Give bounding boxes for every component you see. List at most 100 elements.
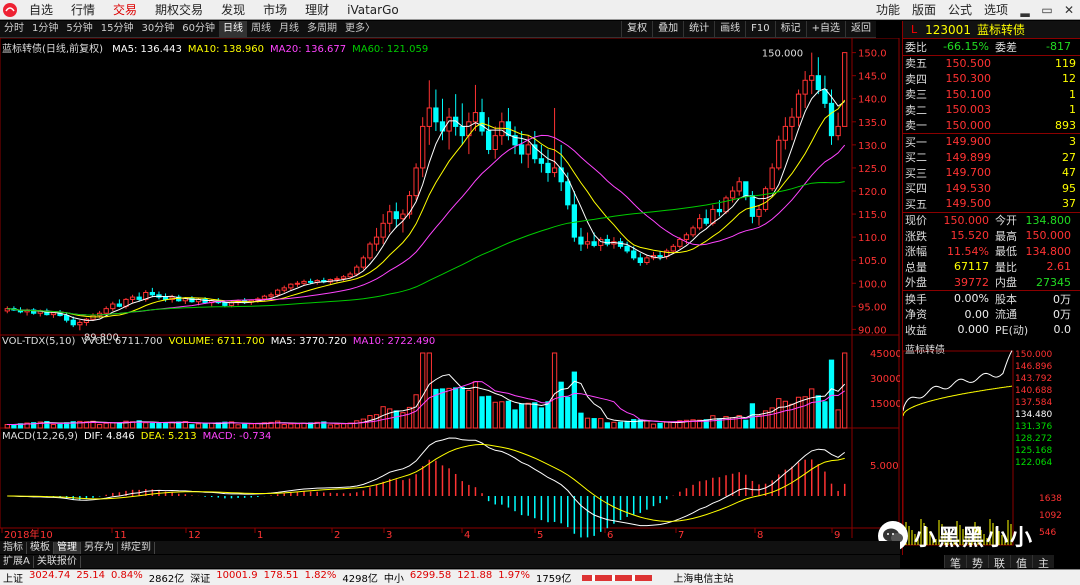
indicator-tab-3[interactable]: 另存为 <box>81 541 118 554</box>
mini-y-tick: 122.064 <box>1015 458 1052 468</box>
volume-bar <box>756 415 762 429</box>
menu-item-4[interactable]: 发现 <box>212 0 254 20</box>
volume-bar <box>110 422 116 429</box>
side-buttons: 笔势联值主 <box>944 555 1080 570</box>
candle-body <box>644 257 650 264</box>
candle-body <box>789 116 795 127</box>
period-tab-7[interactable]: 周线 <box>247 21 275 37</box>
chart-tool-5[interactable]: 标记 <box>774 21 806 37</box>
volume-bar <box>162 422 169 429</box>
indicator-tab-0[interactable]: 指标 <box>0 541 27 554</box>
chart-tool-7[interactable]: 返回 <box>845 21 876 37</box>
mini-vol-tick: 546 <box>1039 528 1056 538</box>
candle-body <box>749 195 756 217</box>
kline-chart-area[interactable]: 150.0 145.0 140.0 135.0 130.0 125.0 120.0 115.0… <box>0 38 900 541</box>
indicator-tab-4[interactable]: 绑定到 <box>118 541 155 554</box>
indicator-tab-1[interactable]: 模板 <box>27 541 54 554</box>
macd-tick-label: 5.000 <box>870 461 899 472</box>
candle-body <box>802 79 808 95</box>
stat-row: 现价 150.000 今开 134.800 <box>903 213 1080 229</box>
menu-item-6[interactable]: 理财 <box>296 0 338 20</box>
side-button-1[interactable]: 势 <box>966 555 988 570</box>
menu-item-0[interactable]: 自选 <box>20 0 62 20</box>
period-tab-3[interactable]: 15分钟 <box>97 21 138 37</box>
kline-chart[interactable]: 150.0145.0140.0135.0130.0125.0120.0115.0… <box>0 38 900 541</box>
period-tab-1[interactable]: 1分钟 <box>28 21 62 37</box>
menu-item-1[interactable]: 行情 <box>62 0 104 20</box>
vol-legend-4: MA10: 2722.490 <box>352 336 436 347</box>
side-button-4[interactable]: 主 <box>1032 555 1054 570</box>
chart-tool-0[interactable]: 复权 <box>621 21 652 37</box>
period-tab-9[interactable]: 多周期 <box>303 21 341 37</box>
candle-body <box>525 144 531 155</box>
side-button-2[interactable]: 联 <box>988 555 1010 570</box>
stat-label: 收益 <box>905 323 927 337</box>
vol-tick-label: 15000 <box>870 399 900 410</box>
x-tick-label: 9 <box>834 530 840 541</box>
volume-bar <box>143 422 149 429</box>
menu-right-item-1[interactable]: 版面 <box>906 1 942 18</box>
candle-body <box>380 222 386 238</box>
period-tab-10[interactable]: 更多〉 <box>341 21 379 37</box>
macd-legend-1: DIF: 4.846 <box>83 431 135 442</box>
chart-tool-1[interactable]: 叠加 <box>652 21 683 37</box>
candle-body <box>77 321 83 326</box>
candle-body <box>795 93 802 118</box>
volume-bar <box>242 423 248 429</box>
chart-tool-4[interactable]: F10 <box>745 21 774 37</box>
stat-label: 最高 <box>995 229 1017 243</box>
stat-value: 27345 <box>1036 275 1071 289</box>
maximize-button[interactable]: ▭ <box>1036 3 1058 17</box>
period-tab-4[interactable]: 30分钟 <box>137 21 178 37</box>
side-button-3[interactable]: 值 <box>1010 555 1032 570</box>
volume-bar <box>103 422 109 429</box>
candle-body <box>565 181 571 206</box>
extension-tab-1[interactable]: 关联报价 <box>34 555 81 568</box>
close-button[interactable]: ✕ <box>1058 3 1080 17</box>
volume-bar <box>281 424 287 429</box>
book-label: 买三 <box>905 166 927 180</box>
extension-tab-0[interactable]: 扩展A <box>0 555 34 568</box>
candle-body <box>703 218 709 224</box>
side-button-0[interactable]: 笔 <box>944 555 966 570</box>
stat-label: 总量 <box>905 260 927 274</box>
menu-right-item-2[interactable]: 公式 <box>942 1 978 18</box>
candle-body <box>400 213 406 220</box>
period-tab-5[interactable]: 60分钟 <box>178 21 219 37</box>
volume-bar <box>479 396 485 429</box>
stat-value: 134.800 <box>1025 213 1072 227</box>
index-quote: 1.97% <box>498 570 530 581</box>
mini-y-tick: 125.168 <box>1015 446 1052 456</box>
indicator-tab-2[interactable]: 管理 <box>54 541 81 554</box>
indicator-tabs: 指标 模板 管理 另存为 绑定到 <box>0 541 900 554</box>
y-tick-label: 135.0 <box>858 118 887 129</box>
stat-value: 0.00 <box>964 307 990 321</box>
chart-tool-6[interactable]: +自选 <box>805 21 845 37</box>
candle-body <box>584 241 591 245</box>
main-chart-title: 蓝标转债(日线,前复权) <box>2 44 103 55</box>
period-tab-6[interactable]: 日线 <box>218 21 247 37</box>
menu-right-item-3[interactable]: 选项 <box>978 1 1014 18</box>
menu-right-item-0[interactable]: 功能 <box>870 1 906 18</box>
vol-ma10-line <box>7 380 845 425</box>
menu-item-5[interactable]: 市场 <box>254 0 296 20</box>
menu-item-2[interactable]: 交易 <box>104 0 146 20</box>
chart-tool-3[interactable]: 画线 <box>714 21 745 37</box>
menu-item-7[interactable]: iVatarGo <box>338 0 408 20</box>
candle-body <box>301 280 307 284</box>
minimize-button[interactable]: ▂ <box>1014 3 1036 17</box>
candle-body <box>842 52 848 127</box>
stat-value: 0.000 <box>957 323 990 337</box>
menu-right: 功能 版面 公式 选项 ▂ ▭ ✕ <box>870 1 1080 18</box>
volume-bar <box>189 424 195 429</box>
volume-bar <box>202 423 208 429</box>
chart-tool-2[interactable]: 统计 <box>683 21 714 37</box>
mini-y-tick: 134.480 <box>1015 410 1052 420</box>
menu-item-3[interactable]: 期权交易 <box>146 0 212 20</box>
period-tab-8[interactable]: 月线 <box>275 21 303 37</box>
period-tab-2[interactable]: 5分钟 <box>62 21 96 37</box>
index-quote: 3024.74 <box>29 570 71 581</box>
book-price: 149.899 <box>945 150 992 164</box>
period-tab-0[interactable]: 分时 <box>0 21 28 37</box>
volume-bar <box>340 423 347 429</box>
